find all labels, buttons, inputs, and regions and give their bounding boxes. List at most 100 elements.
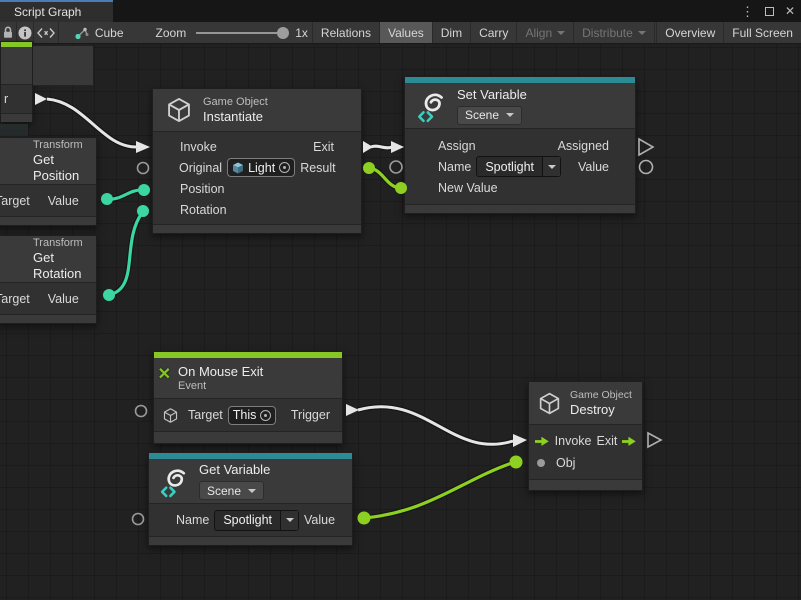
wires-overlay (0, 0, 801, 600)
port-label-value: Value (48, 292, 79, 306)
value-source-dot[interactable] (363, 162, 375, 174)
port-label-result: Result (300, 161, 335, 175)
node-title: Get Rotation (33, 250, 96, 282)
value-source-dot[interactable] (103, 289, 115, 301)
scope-value: Scene (207, 484, 241, 498)
port-label-new-value: New Value (438, 181, 498, 195)
wire-position-value[interactable] (101, 184, 150, 205)
port-label-target: Target (188, 408, 223, 422)
port-label-assigned: Assigned (558, 139, 609, 153)
flow-source-arrow[interactable] (35, 93, 47, 105)
node-title: Destroy (570, 402, 632, 418)
port-label-invoke: Invoke (180, 140, 217, 154)
node-destroy[interactable]: Game Object Destroy Invoke Exit Obj (528, 381, 643, 491)
scope-value: Scene (465, 108, 499, 122)
node-get-variable[interactable]: Get Variable Scene Name Spotlight Value (148, 452, 353, 546)
port-label-target: Target (0, 292, 30, 306)
value-source-dot[interactable] (101, 193, 113, 205)
value-target-dot[interactable] (137, 205, 149, 217)
node-title: On Mouse Exit (178, 364, 263, 380)
variable-name-dropdown[interactable]: Spotlight (214, 510, 299, 531)
port-label-invoke: Invoke (555, 434, 592, 448)
target-object-field[interactable]: This (228, 406, 277, 425)
port-name-in-set[interactable] (390, 161, 402, 173)
port-label-name: Name (176, 513, 209, 527)
port-label-position: Position (180, 182, 224, 196)
node-category: Transform (33, 139, 83, 152)
flow-target-arrow[interactable] (136, 141, 150, 153)
node-category: Game Object (570, 389, 632, 402)
flow-in-arrow-icon[interactable] (535, 436, 550, 447)
port-exit-out-destroy[interactable] (648, 433, 661, 447)
node-title: Instantiate (203, 109, 268, 125)
node-get-rotation[interactable]: Transform Get Rotation Target Value (0, 235, 97, 324)
obj-port-icon[interactable] (537, 459, 545, 467)
value-source-dot[interactable] (358, 512, 371, 525)
port-label-original: Original (179, 161, 222, 175)
port-original-in[interactable] (138, 163, 149, 174)
port-label-assign: Assign (438, 139, 476, 153)
flow-source-arrow[interactable] (346, 404, 359, 416)
wire-result-to-new-value[interactable] (363, 162, 407, 194)
value-target-dot[interactable] (510, 456, 523, 469)
wire-trigger-to-destroy[interactable] (346, 404, 527, 447)
object-picker-icon[interactable] (260, 410, 271, 421)
variable-name-value: Spotlight (215, 511, 280, 530)
port-label-value: Value (48, 194, 79, 208)
port-label-exit: Exit (313, 140, 334, 154)
port-label-rotation: Rotation (180, 203, 227, 217)
port-label-exit: Exit (597, 434, 618, 448)
node-on-mouse-exit[interactable]: ✕ On Mouse Exit Event Target This Trigge… (153, 351, 343, 444)
game-object-icon (537, 391, 562, 416)
value-target-dot[interactable] (138, 184, 150, 196)
cube-object-icon (232, 162, 244, 174)
port-label-value: Value (578, 160, 609, 174)
port-name-in-get[interactable] (133, 514, 144, 525)
scope-caret-icon (506, 113, 514, 117)
script-graph-window: Script Graph ⋮ ✕ (0, 0, 801, 600)
flow-target-arrow[interactable] (391, 141, 404, 153)
flow-out-arrow-icon[interactable] (622, 436, 637, 447)
fragment-label: r (4, 92, 8, 106)
node-title: Set Variable (457, 87, 527, 103)
variable-name-value: Spotlight (477, 157, 542, 176)
game-object-icon (165, 96, 193, 124)
port-label-target: Target (0, 194, 30, 208)
variable-icon (415, 89, 449, 123)
port-label-obj: Obj (556, 456, 575, 470)
wire-variable-to-obj[interactable] (358, 456, 523, 525)
node-category: Game Object (203, 96, 268, 109)
node-get-position[interactable]: Transform Get Position Target Value (0, 137, 97, 226)
wire-exit-to-assign[interactable] (363, 141, 404, 153)
variable-icon (158, 465, 191, 498)
node-title: Get Variable (199, 462, 270, 478)
port-label-name: Name (438, 160, 471, 174)
wire-rotation-value[interactable] (103, 205, 149, 301)
variable-name-caret[interactable] (280, 511, 298, 530)
variable-scope-dropdown[interactable]: Scene (457, 106, 522, 125)
node-fragment-strip (0, 124, 28, 136)
node-fragment-event[interactable]: r (0, 41, 33, 122)
flow-target-arrow[interactable] (513, 434, 527, 447)
node-fragment-block[interactable] (33, 46, 93, 86)
port-target-in[interactable] (136, 406, 147, 417)
original-object-value: Light (248, 161, 275, 175)
variable-scope-dropdown[interactable]: Scene (199, 481, 264, 500)
node-title: Get Position (33, 152, 96, 184)
object-picker-icon[interactable] (279, 162, 290, 173)
variable-name-caret[interactable] (542, 157, 560, 176)
original-object-field[interactable]: Light (227, 158, 295, 177)
port-label-value: Value (304, 513, 335, 527)
node-set-variable[interactable]: Set Variable Scene Assign Assigned Name … (404, 76, 636, 214)
game-object-icon (162, 407, 179, 424)
scope-caret-icon (248, 489, 256, 493)
node-subtitle: Event (178, 380, 263, 393)
target-object-value: This (233, 408, 257, 422)
port-label-trigger: Trigger (291, 408, 330, 422)
variable-name-dropdown[interactable]: Spotlight (476, 156, 561, 177)
port-assigned-out[interactable] (639, 139, 653, 155)
port-value-out-set[interactable] (640, 161, 653, 174)
flow-source-arrow[interactable] (363, 141, 373, 153)
node-instantiate[interactable]: Game Object Instantiate Invoke Exit Orig… (152, 88, 362, 234)
node-category: Transform (33, 237, 83, 250)
